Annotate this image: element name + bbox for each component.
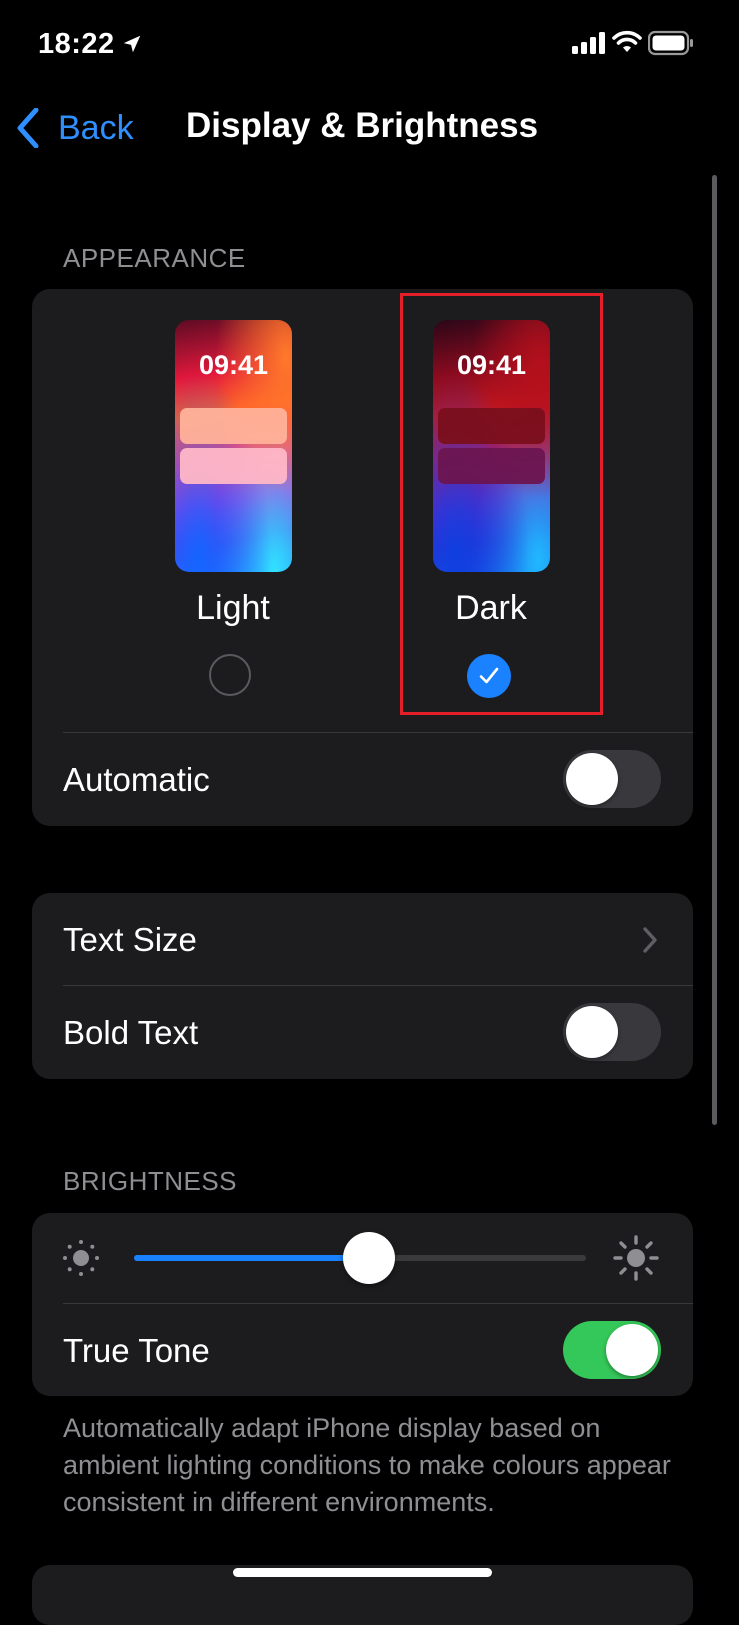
toggle-knob: [606, 1324, 658, 1376]
light-mode-label: Light: [196, 589, 270, 627]
text-size-row[interactable]: Text Size: [32, 893, 693, 985]
true-tone-label: True Tone: [63, 1332, 210, 1369]
sun-small-icon: [63, 1240, 99, 1276]
checkmark-icon: [479, 667, 499, 684]
preview-time: 09:41: [198, 350, 269, 380]
back-button[interactable]: Back: [16, 100, 134, 156]
battery-icon: [648, 30, 693, 56]
automatic-label: Automatic: [63, 761, 210, 798]
text-settings-card: Text Size Bold Text: [32, 893, 693, 1079]
automatic-toggle[interactable]: [563, 750, 661, 808]
home-indicator[interactable]: [233, 1568, 492, 1577]
cellular-signal-icon: [572, 32, 605, 54]
chevron-right-icon: [643, 927, 657, 953]
wifi-icon: [612, 30, 642, 52]
true-tone-toggle[interactable]: [563, 1321, 661, 1379]
location-arrow-icon: [123, 35, 141, 53]
appearance-card: 09:41 09:41 Light Dark Automatic: [32, 289, 693, 826]
divider: [63, 1303, 693, 1304]
brightness-header: BRIGHTNESS: [63, 1166, 238, 1196]
true-tone-description: Automatically adapt iPhone display based…: [63, 1413, 671, 1517]
divider: [63, 985, 693, 986]
brightness-slider[interactable]: [134, 1232, 586, 1284]
dark-mode-label: Dark: [455, 589, 527, 627]
scrollbar[interactable]: [712, 175, 717, 1125]
preview-widget: [438, 448, 545, 484]
chevron-left-icon: [17, 108, 39, 148]
brightness-slider-thumb[interactable]: [343, 1232, 396, 1284]
preview-widget: [180, 408, 287, 444]
light-mode-preview[interactable]: 09:41: [175, 320, 292, 572]
status-time: 18:22: [38, 28, 115, 60]
bold-text-label: Bold Text: [63, 1014, 199, 1051]
light-mode-radio[interactable]: [209, 654, 251, 696]
text-size-label: Text Size: [63, 921, 197, 958]
page-title: Display & Brightness: [186, 106, 539, 145]
preview-widget: [180, 448, 287, 484]
brightness-card: True Tone: [32, 1213, 693, 1396]
divider: [63, 732, 693, 733]
brightness-slider-fill: [134, 1255, 370, 1261]
dark-mode-radio[interactable]: [467, 654, 511, 698]
toggle-knob: [566, 753, 618, 805]
preview-time: 09:41: [456, 350, 527, 380]
back-label: Back: [58, 108, 134, 147]
toggle-knob: [566, 1006, 618, 1058]
appearance-header: APPEARANCE: [63, 243, 246, 273]
dark-mode-preview[interactable]: 09:41: [433, 320, 550, 572]
preview-widget: [438, 408, 545, 444]
sun-large-icon: [613, 1235, 659, 1281]
bold-text-toggle[interactable]: [563, 1003, 661, 1061]
